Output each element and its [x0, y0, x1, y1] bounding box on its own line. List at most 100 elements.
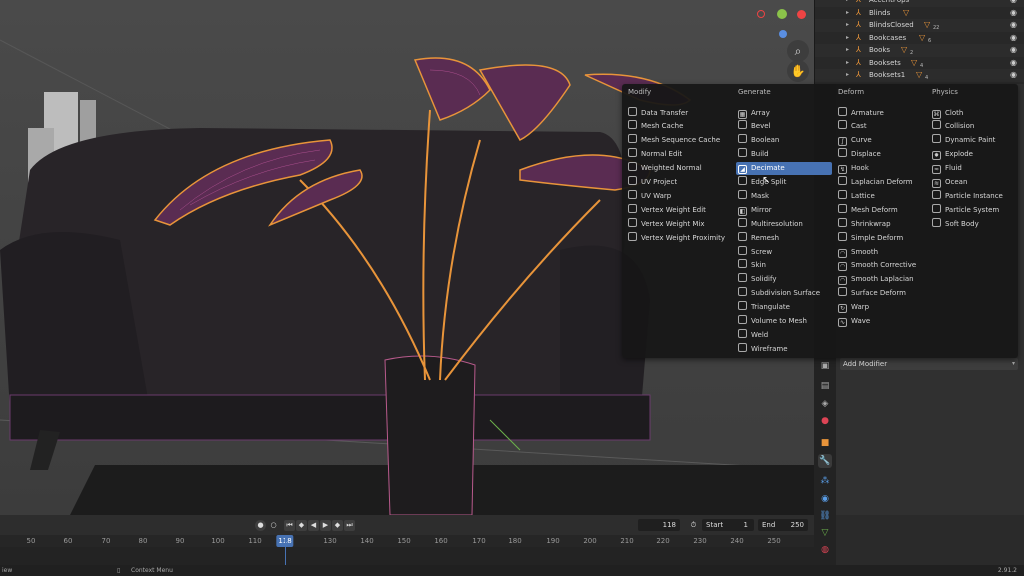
expand-arrow-icon[interactable]: ▸	[846, 69, 849, 82]
timeline-ruler[interactable]: 5060708090100110118130140150160170180190…	[0, 535, 814, 547]
expand-arrow-icon[interactable]: ▸	[846, 57, 849, 70]
outliner-row[interactable]: ▸ ⅄ Blinds ▽ ◉	[815, 7, 1024, 20]
eye-icon[interactable]: ◉	[1010, 69, 1017, 82]
modifier-item-lattice[interactable]: Lattice	[836, 189, 926, 203]
modifier-item-shrinkwrap[interactable]: Shrinkwrap	[836, 217, 926, 231]
modifier-item-screw[interactable]: Screw	[736, 245, 832, 259]
current-frame-field[interactable]: 118	[638, 519, 680, 531]
play-icon[interactable]: ▶	[320, 520, 331, 531]
modifier-item-fluid[interactable]: ≈ Fluid	[930, 162, 1020, 175]
modifier-item-vertex-weight-mix[interactable]: Vertex Weight Mix	[626, 217, 716, 231]
modifier-item-remesh[interactable]: Remesh	[736, 231, 832, 245]
physics-tab-icon[interactable]: ◉	[818, 492, 832, 506]
modifier-item-armature[interactable]: Armature	[836, 106, 926, 120]
modifier-item-surface-deform[interactable]: Surface Deform	[836, 287, 926, 300]
gizmo-z-axis[interactable]	[779, 30, 787, 38]
jump-start-icon[interactable]: ⏮	[284, 520, 295, 531]
outliner-row[interactable]: ▸ ⅄ Booksets ▽ 4 ◉	[815, 57, 1024, 70]
expand-arrow-icon[interactable]: ▸	[846, 19, 849, 32]
add-modifier-dropdown[interactable]: Add Modifier ▾	[840, 358, 1018, 370]
modifier-item-ocean[interactable]: ≋ Ocean	[930, 176, 1020, 189]
modifier-item-dynamic-paint[interactable]: Dynamic Paint	[930, 134, 1020, 147]
modifier-item-bevel[interactable]: Bevel	[736, 120, 832, 133]
next-keyframe-icon[interactable]: ◆	[332, 520, 343, 531]
modifier-item-simple-deform[interactable]: Simple Deform	[836, 231, 926, 245]
modifier-item-skin[interactable]: Skin	[736, 259, 832, 272]
prev-keyframe-icon[interactable]: ◆	[296, 520, 307, 531]
outliner-row[interactable]: ▸ ⅄ Bookcases ▽ 6 ◉	[815, 32, 1024, 45]
expand-arrow-icon[interactable]: ▸	[846, 32, 849, 45]
gizmo-neg-x[interactable]	[757, 10, 765, 18]
outliner-panel[interactable]: ▸⅄AccentPops◉▸⅄Blinds▽◉▸⅄BlindsClosed▽22…	[814, 0, 1024, 84]
modifier-item-cloth[interactable]: ⌘ Cloth	[930, 107, 1020, 120]
modifier-item-laplacian-deform[interactable]: Laplacian Deform	[836, 176, 926, 189]
expand-arrow-icon[interactable]: ▸	[846, 7, 849, 20]
modifier-item-soft-body[interactable]: Soft Body	[930, 217, 1020, 231]
modifier-item-smooth-laplacian[interactable]: ◠ Smooth Laplacian	[836, 273, 926, 286]
modifier-item-data-transfer[interactable]: Data Transfer	[626, 106, 716, 120]
modifier-item-wireframe[interactable]: Wireframe	[736, 342, 832, 356]
outliner-row[interactable]: ▸ ⅄ Books ▽ 2 ◉	[815, 44, 1024, 57]
gizmo-y-axis[interactable]	[777, 9, 787, 19]
modifier-item-wave[interactable]: ∿ Wave	[836, 315, 926, 328]
eye-icon[interactable]: ◉	[1010, 57, 1017, 70]
modifier-item-build[interactable]: Build	[736, 148, 832, 161]
output-tab-icon[interactable]: ▣	[818, 359, 832, 373]
modifier-item-weld[interactable]: Weld	[736, 328, 832, 342]
modifier-item-solidify[interactable]: Solidify	[736, 273, 832, 286]
modifier-item-smooth-corrective[interactable]: ◠ Smooth Corrective	[836, 259, 926, 272]
timeline-body[interactable]	[0, 547, 814, 565]
modifier-item-normal-edit[interactable]: Normal Edit	[626, 148, 716, 161]
keying-icon[interactable]: ○	[268, 520, 279, 531]
pan-hand-icon[interactable]: ✋	[787, 60, 809, 82]
scene-tab-icon[interactable]: ◈	[818, 397, 832, 411]
play-reverse-icon[interactable]: ◀	[308, 520, 319, 531]
end-frame-field[interactable]: End 250	[758, 519, 808, 531]
particles-tab-icon[interactable]: ⁂	[818, 474, 832, 488]
modifier-item-multiresolution[interactable]: Multiresolution	[736, 217, 832, 231]
eye-icon[interactable]: ◉	[1010, 44, 1017, 57]
eye-icon[interactable]: ◉	[1010, 32, 1017, 45]
modifier-item-decimate[interactable]: ◢ Decimate	[736, 162, 832, 176]
modifier-item-particle-instance[interactable]: Particle Instance	[930, 189, 1020, 203]
record-icon[interactable]: ●	[255, 520, 266, 531]
modifier-item-triangulate[interactable]: Triangulate	[736, 301, 832, 314]
eye-icon[interactable]: ◉	[1010, 19, 1017, 32]
modifier-item-particle-system[interactable]: Particle System	[930, 203, 1020, 217]
modifier-item-boolean[interactable]: Boolean	[736, 134, 832, 147]
stopwatch-icon[interactable]: ⏱	[688, 520, 699, 531]
modifier-item-hook[interactable]: ↯ Hook	[836, 162, 926, 175]
modifier-item-cast[interactable]: Cast	[836, 120, 926, 133]
outliner-row[interactable]: ▸ ⅄ Booksets1 ▽ 4 ◉	[815, 69, 1024, 82]
expand-arrow-icon[interactable]: ▸	[846, 44, 849, 57]
material-tab-icon[interactable]: ◍	[818, 543, 832, 557]
object-tab-icon[interactable]: ■	[818, 436, 832, 450]
modifier-item-array[interactable]: ▦ Array	[736, 107, 832, 120]
eye-icon[interactable]: ◉	[1010, 7, 1017, 20]
modifier-tab-icon[interactable]: 🔧	[818, 454, 832, 468]
gizmo-x-axis[interactable]	[797, 10, 806, 19]
modifier-item-warp[interactable]: ↻ Warp	[836, 301, 926, 314]
outliner-row[interactable]: ▸ ⅄ BlindsClosed ▽ 22 ◉	[815, 19, 1024, 32]
modifier-item-vertex-weight-proximity[interactable]: Vertex Weight Proximity	[626, 231, 725, 245]
view-layer-tab-icon[interactable]: ▤	[818, 379, 832, 393]
modifier-item-subdivision-surface[interactable]: Subdivision Surface	[736, 287, 832, 300]
modifier-item-volume-to-mesh[interactable]: Volume to Mesh	[736, 315, 832, 328]
world-tab-icon[interactable]: ●	[818, 414, 832, 428]
constraints-tab-icon[interactable]: ⛓	[818, 509, 832, 523]
modifier-item-edge-split[interactable]: Edge Split	[736, 176, 832, 189]
modifier-item-vertex-weight-edit[interactable]: Vertex Weight Edit	[626, 203, 716, 217]
start-frame-field[interactable]: Start 1	[702, 519, 754, 531]
modifier-item-mesh-cache[interactable]: Mesh Cache	[626, 120, 716, 133]
modifier-item-smooth[interactable]: ◠ Smooth	[836, 246, 926, 259]
modifier-item-collision[interactable]: Collision	[930, 120, 1020, 133]
modifier-item-mirror[interactable]: ◧ Mirror	[736, 204, 832, 217]
data-tab-icon[interactable]: ▽	[818, 526, 832, 540]
modifier-item-mesh-deform[interactable]: Mesh Deform	[836, 203, 926, 217]
modifier-item-explode[interactable]: ✸ Explode	[930, 148, 1020, 161]
modifier-item-mask[interactable]: Mask	[736, 189, 832, 203]
modifier-item-displace[interactable]: Displace	[836, 148, 926, 161]
modifier-item-curve[interactable]: ∫ Curve	[836, 134, 926, 147]
modifier-item-uv-project[interactable]: UV Project	[626, 176, 716, 189]
jump-end-icon[interactable]: ⏭	[344, 520, 355, 531]
